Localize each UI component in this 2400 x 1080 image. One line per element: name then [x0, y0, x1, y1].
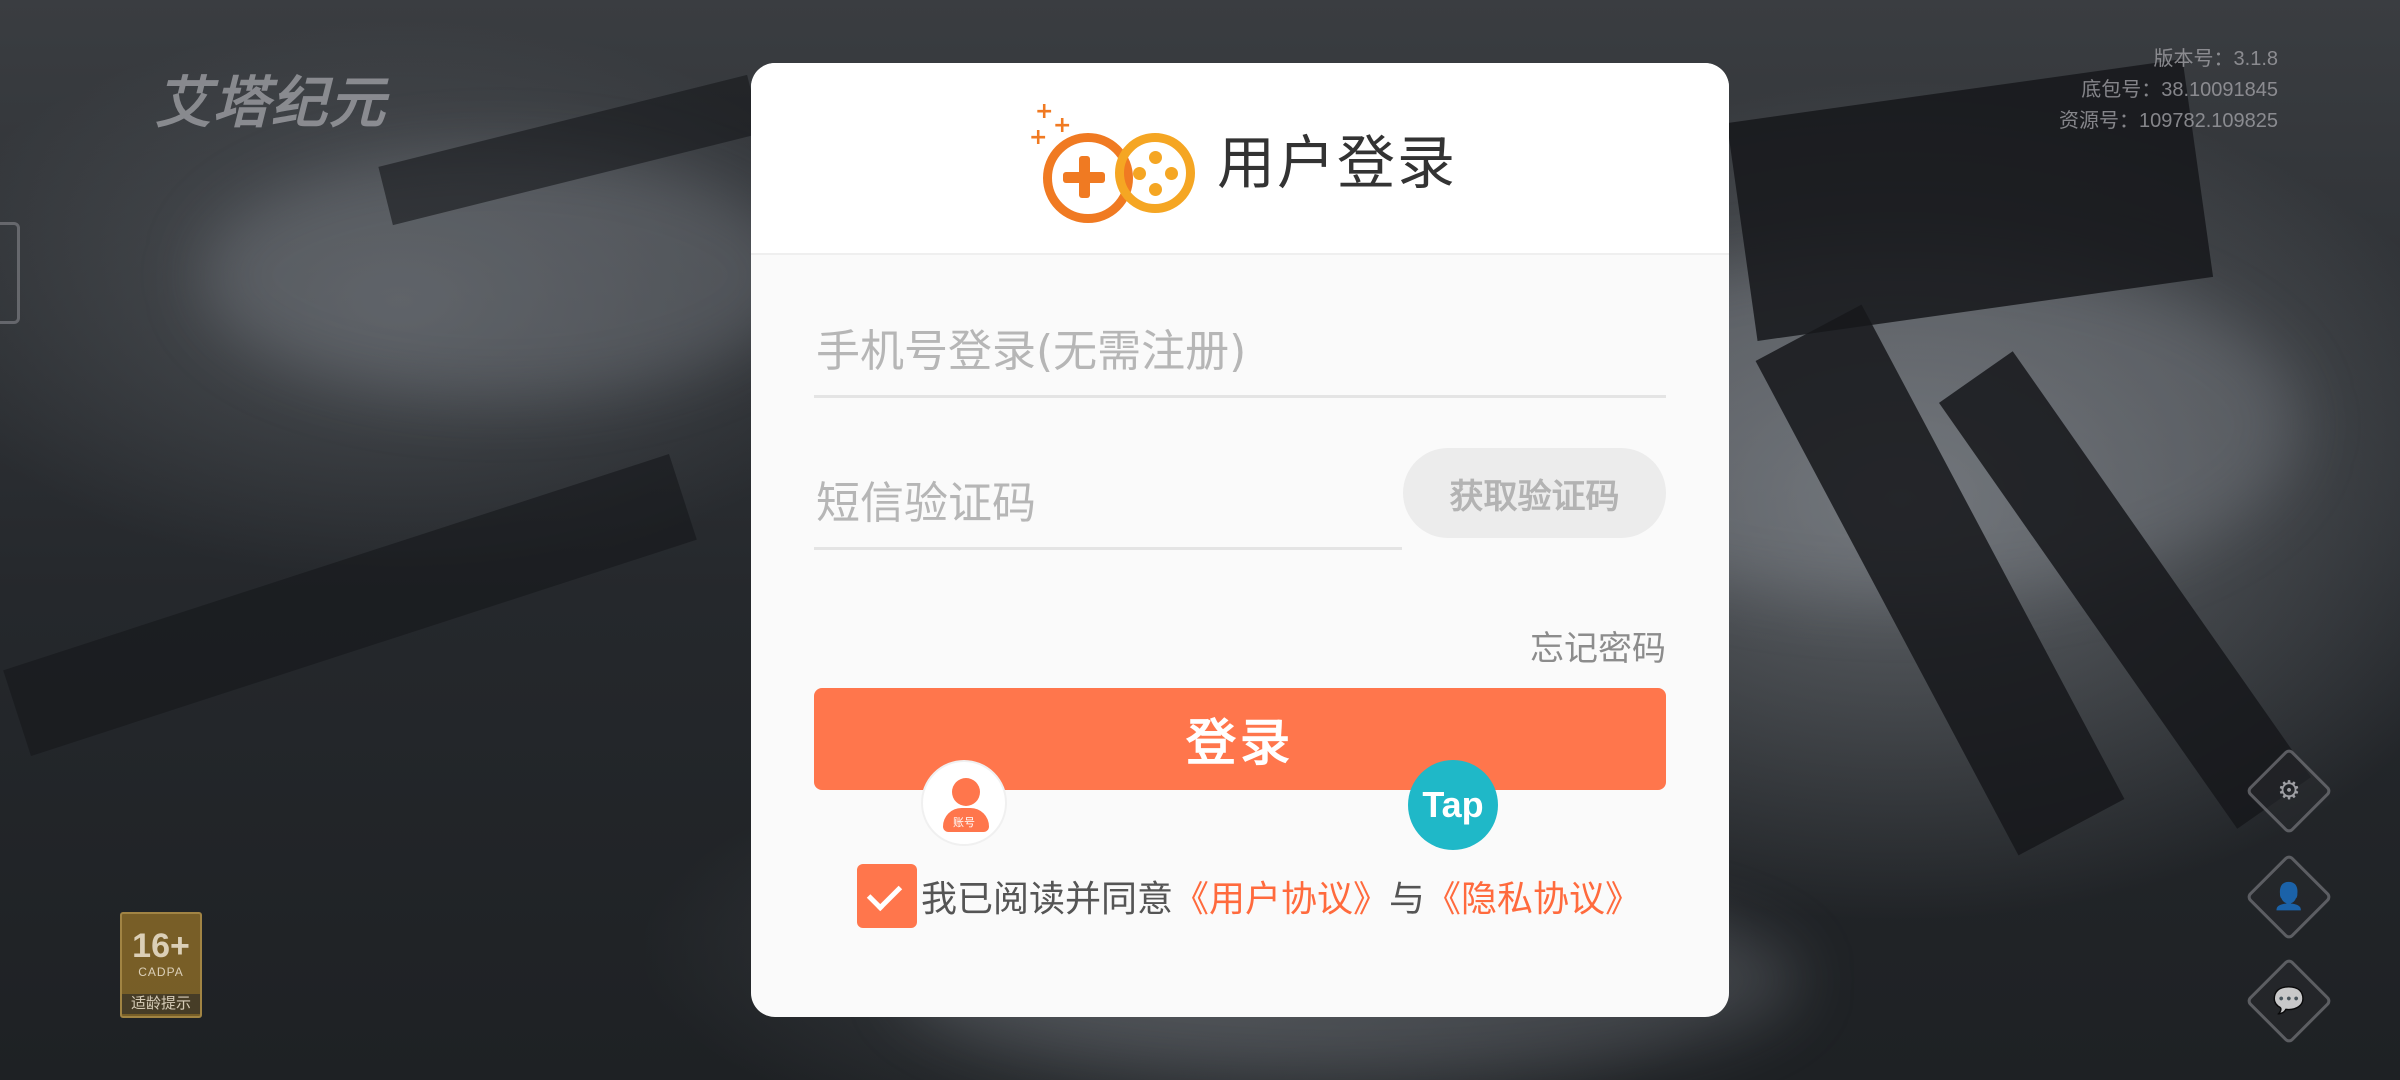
resource-number: 资源号：109782.109825: [2058, 110, 2278, 132]
taptap-login-button[interactable]: Tap: [1408, 760, 1498, 850]
user-icon-head: [952, 778, 980, 806]
account-switch-icon: 👤: [2272, 882, 2306, 912]
logo-dot: [1148, 151, 1162, 164]
dialog-title: 用户登录: [1216, 129, 1457, 197]
chat-icon: 💬: [2272, 986, 2306, 1016]
version-number: 版本号：3.1.8: [2153, 48, 2278, 70]
wreck-shape: [3, 454, 697, 756]
dialog-header: + + + 用户登录: [751, 63, 1729, 255]
forgot-password-link[interactable]: 忘记密码: [1530, 621, 1666, 670]
settings-icon: ⚙: [2277, 776, 2301, 806]
sms-code-placeholder: 短信验证码: [816, 478, 1036, 529]
get-code-button[interactable]: 获取验证码: [1403, 448, 1666, 538]
platform-logo-icon: + + +: [1023, 93, 1195, 223]
logo-plus: [1078, 156, 1090, 198]
agreement-row: 我已阅读并同意 《用户协议》 与 《隐私协议》: [857, 864, 1641, 928]
sms-code-row: 短信验证码 获取验证码: [814, 448, 1666, 550]
logo-dot: [1148, 183, 1162, 196]
agreement-prefix: 我已阅读并同意: [921, 879, 1174, 920]
phone-placeholder: 手机号登录(无需注册): [816, 326, 1247, 377]
agreement-checkbox[interactable]: [857, 864, 917, 928]
login-form: 手机号登录(无需注册) 短信验证码 获取验证码 忘记密码 登录: [814, 253, 1666, 790]
taptap-icon: Tap: [1422, 784, 1484, 825]
game-logo: 艾塔纪元: [155, 70, 387, 136]
sparkle-icon: +: [1028, 125, 1048, 150]
age-tip-label: 适龄提示: [122, 994, 200, 1014]
rating-org: CADPA: [138, 965, 184, 979]
logo-dot: [1132, 167, 1146, 180]
sms-code-input[interactable]: 短信验证码: [814, 458, 1402, 550]
age-rating: 16+: [132, 927, 190, 965]
sparkle-icon: +: [1052, 113, 1072, 138]
logo-dot: [1164, 167, 1178, 180]
account-login-button[interactable]: 账号: [921, 760, 1007, 846]
logo-ring: [1114, 133, 1195, 213]
side-panel-tab[interactable]: [0, 222, 20, 324]
phone-input[interactable]: 手机号登录(无需注册): [814, 303, 1666, 398]
account-login-label: 账号: [953, 816, 975, 829]
user-agreement-link[interactable]: 《用户协议》: [1173, 870, 1389, 922]
version-info: 版本号：3.1.8 底包号：38.10091845 资源号：109782.109…: [2059, 44, 2278, 137]
age-rating-badge[interactable]: 16+ CADPA 适龄提示: [120, 912, 202, 1018]
privacy-agreement-link[interactable]: 《隐私协议》: [1425, 870, 1641, 922]
agreement-joiner: 与: [1389, 879, 1426, 920]
sparkle-icon: +: [1034, 99, 1054, 124]
base-package-number: 底包号：38.10091845: [2081, 79, 2278, 101]
